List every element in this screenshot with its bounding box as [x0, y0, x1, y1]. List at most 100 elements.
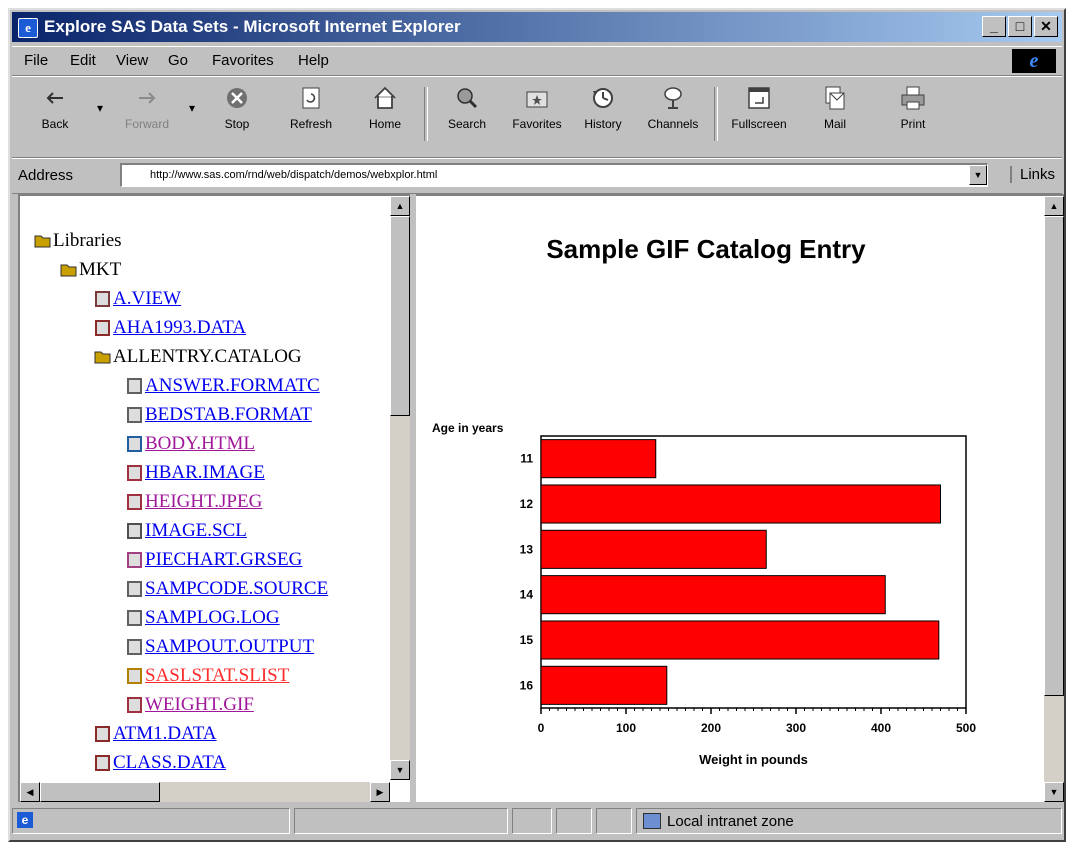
- tree-node[interactable]: ALLENTRY.CATALOG: [94, 346, 302, 368]
- status-panel: [512, 808, 552, 834]
- status-panel: [596, 808, 632, 834]
- ie-app-icon[interactable]: e: [18, 18, 38, 38]
- chart-scroll-thumb[interactable]: [1044, 216, 1064, 696]
- file-icon: [126, 378, 144, 394]
- tree-node[interactable]: ATM1.DATA: [94, 723, 217, 745]
- tree-node[interactable]: BEDSTAB.FORMAT: [126, 404, 312, 426]
- scroll-up-button[interactable]: ▲: [390, 196, 410, 216]
- back-dropdown[interactable]: ▾: [90, 101, 110, 115]
- file-icon: [126, 523, 144, 539]
- tree-node-label[interactable]: HEIGHT.JPEG: [145, 491, 262, 513]
- address-url[interactable]: http://www.sas.com/rnd/web/dispatch/demo…: [150, 169, 437, 181]
- tree-node[interactable]: SAMPCODE.SOURCE: [126, 578, 328, 600]
- history-button[interactable]: History: [568, 85, 638, 131]
- scroll-down-button[interactable]: ▼: [390, 760, 410, 780]
- tree-node-label[interactable]: HBAR.IMAGE: [145, 462, 265, 484]
- tree-node-label[interactable]: SAMPOUT.OUTPUT: [145, 636, 314, 658]
- tree-node-label[interactable]: SASLSTAT.SLIST: [145, 665, 289, 687]
- hscroll-thumb[interactable]: [40, 782, 160, 802]
- menu-help[interactable]: Help: [298, 52, 329, 69]
- tree-node[interactable]: MKT: [60, 259, 121, 281]
- favorites-button[interactable]: Favorites: [502, 85, 572, 131]
- tree-vertical-scrollbar[interactable]: ▲ ▼: [390, 196, 410, 780]
- zone-label: Local intranet zone: [667, 813, 794, 830]
- file-icon: [94, 755, 112, 771]
- file-icon: [126, 581, 144, 597]
- tree-node-label[interactable]: AHA1993.DATA: [113, 317, 246, 339]
- forward-button[interactable]: Forward: [112, 85, 182, 131]
- close-button[interactable]: ✕: [1034, 16, 1058, 37]
- channels-button[interactable]: Channels: [638, 85, 708, 131]
- fullscreen-button[interactable]: Fullscreen: [724, 85, 794, 131]
- chart-vertical-scrollbar[interactable]: ▲ ▼: [1044, 196, 1064, 802]
- tree-node[interactable]: ANSWER.FORMATC: [126, 375, 320, 397]
- links-button[interactable]: Links: [1010, 166, 1055, 183]
- printer-icon: [899, 85, 927, 111]
- menu-edit[interactable]: Edit: [70, 52, 96, 69]
- minimize-button[interactable]: _: [982, 16, 1006, 37]
- address-bar: Address http://www.sas.com/rnd/web/dispa…: [12, 158, 1062, 194]
- fullscreen-icon: [745, 85, 773, 111]
- tree-horizontal-scrollbar[interactable]: ◀ ▶: [20, 782, 390, 802]
- menu-view[interactable]: View: [116, 52, 148, 69]
- x-tick-label: 100: [616, 721, 636, 735]
- tree-node-label[interactable]: ANSWER.FORMATC: [145, 375, 320, 397]
- tree-node[interactable]: WEIGHT.GIF: [126, 694, 254, 716]
- address-dropdown-button[interactable]: ▼: [969, 165, 987, 185]
- tree-node[interactable]: PIECHART.GRSEG: [126, 549, 302, 571]
- tree-node-label[interactable]: BODY.HTML: [145, 433, 255, 455]
- search-button[interactable]: Search: [432, 85, 502, 131]
- forward-dropdown[interactable]: ▾: [182, 101, 202, 115]
- file-icon: [126, 407, 144, 423]
- tree-node-label[interactable]: WEIGHT.GIF: [145, 694, 254, 716]
- menu-favorites[interactable]: Favorites: [212, 52, 274, 69]
- file-icon: [126, 552, 144, 568]
- tree-node[interactable]: Libraries: [34, 230, 122, 252]
- home-button[interactable]: Home: [350, 85, 420, 131]
- x-axis-label: Weight in pounds: [699, 752, 808, 767]
- tree-node-label[interactable]: CLASS.DATA: [113, 752, 226, 774]
- tree-node-label[interactable]: ATM1.DATA: [113, 723, 217, 745]
- y-tick-label: 15: [520, 633, 534, 647]
- status-panel: [294, 808, 508, 834]
- y-tick-label: 12: [520, 497, 534, 511]
- maximize-button[interactable]: □: [1008, 16, 1032, 37]
- tree-node[interactable]: HEIGHT.JPEG: [126, 491, 262, 513]
- chart-scroll-down-button[interactable]: ▼: [1044, 782, 1064, 802]
- back-button[interactable]: Back: [20, 85, 90, 131]
- print-button[interactable]: Print: [878, 85, 948, 131]
- refresh-icon: [297, 85, 325, 111]
- x-tick-label: 400: [871, 721, 891, 735]
- scroll-thumb[interactable]: [390, 216, 410, 416]
- tree-node-label[interactable]: IMAGE.SCL: [145, 520, 247, 542]
- chart-scroll-up-button[interactable]: ▲: [1044, 196, 1064, 216]
- file-icon: [126, 639, 144, 655]
- intranet-zone-icon: [643, 813, 661, 829]
- menu-bar: File Edit View Go Favorites Help e: [12, 46, 1062, 76]
- address-input[interactable]: http://www.sas.com/rnd/web/dispatch/demo…: [120, 163, 988, 187]
- scroll-left-button[interactable]: ◀: [20, 782, 40, 802]
- tree-node[interactable]: IMAGE.SCL: [126, 520, 247, 542]
- tree-node[interactable]: A.VIEW: [94, 288, 181, 310]
- tree-node[interactable]: AHA1993.DATA: [94, 317, 246, 339]
- y-axis-label: Age in years: [432, 421, 504, 435]
- tree-node[interactable]: HBAR.IMAGE: [126, 462, 265, 484]
- scroll-right-button[interactable]: ▶: [370, 782, 390, 802]
- menu-go[interactable]: Go: [168, 52, 188, 69]
- menu-file[interactable]: File: [24, 52, 48, 69]
- tree-node[interactable]: SASLSTAT.SLIST: [126, 665, 289, 687]
- tree-node-label[interactable]: A.VIEW: [113, 288, 181, 310]
- tree-node[interactable]: SAMPOUT.OUTPUT: [126, 636, 314, 658]
- tree-node[interactable]: BODY.HTML: [126, 433, 255, 455]
- tree-node[interactable]: CLASS.DATA: [94, 752, 226, 774]
- tree-node-label[interactable]: BEDSTAB.FORMAT: [145, 404, 312, 426]
- refresh-button[interactable]: Refresh: [276, 85, 346, 131]
- stop-button[interactable]: Stop: [202, 85, 272, 131]
- tree-node-label[interactable]: PIECHART.GRSEG: [145, 549, 302, 571]
- mail-button[interactable]: Mail: [800, 85, 870, 131]
- tree-node-label[interactable]: SAMPLOG.LOG: [145, 607, 280, 629]
- x-tick-label: 200: [701, 721, 721, 735]
- tree-node-label[interactable]: SAMPCODE.SOURCE: [145, 578, 328, 600]
- tree-node[interactable]: SAMPLOG.LOG: [126, 607, 280, 629]
- title-bar: e Explore SAS Data Sets - Microsoft Inte…: [12, 12, 1062, 42]
